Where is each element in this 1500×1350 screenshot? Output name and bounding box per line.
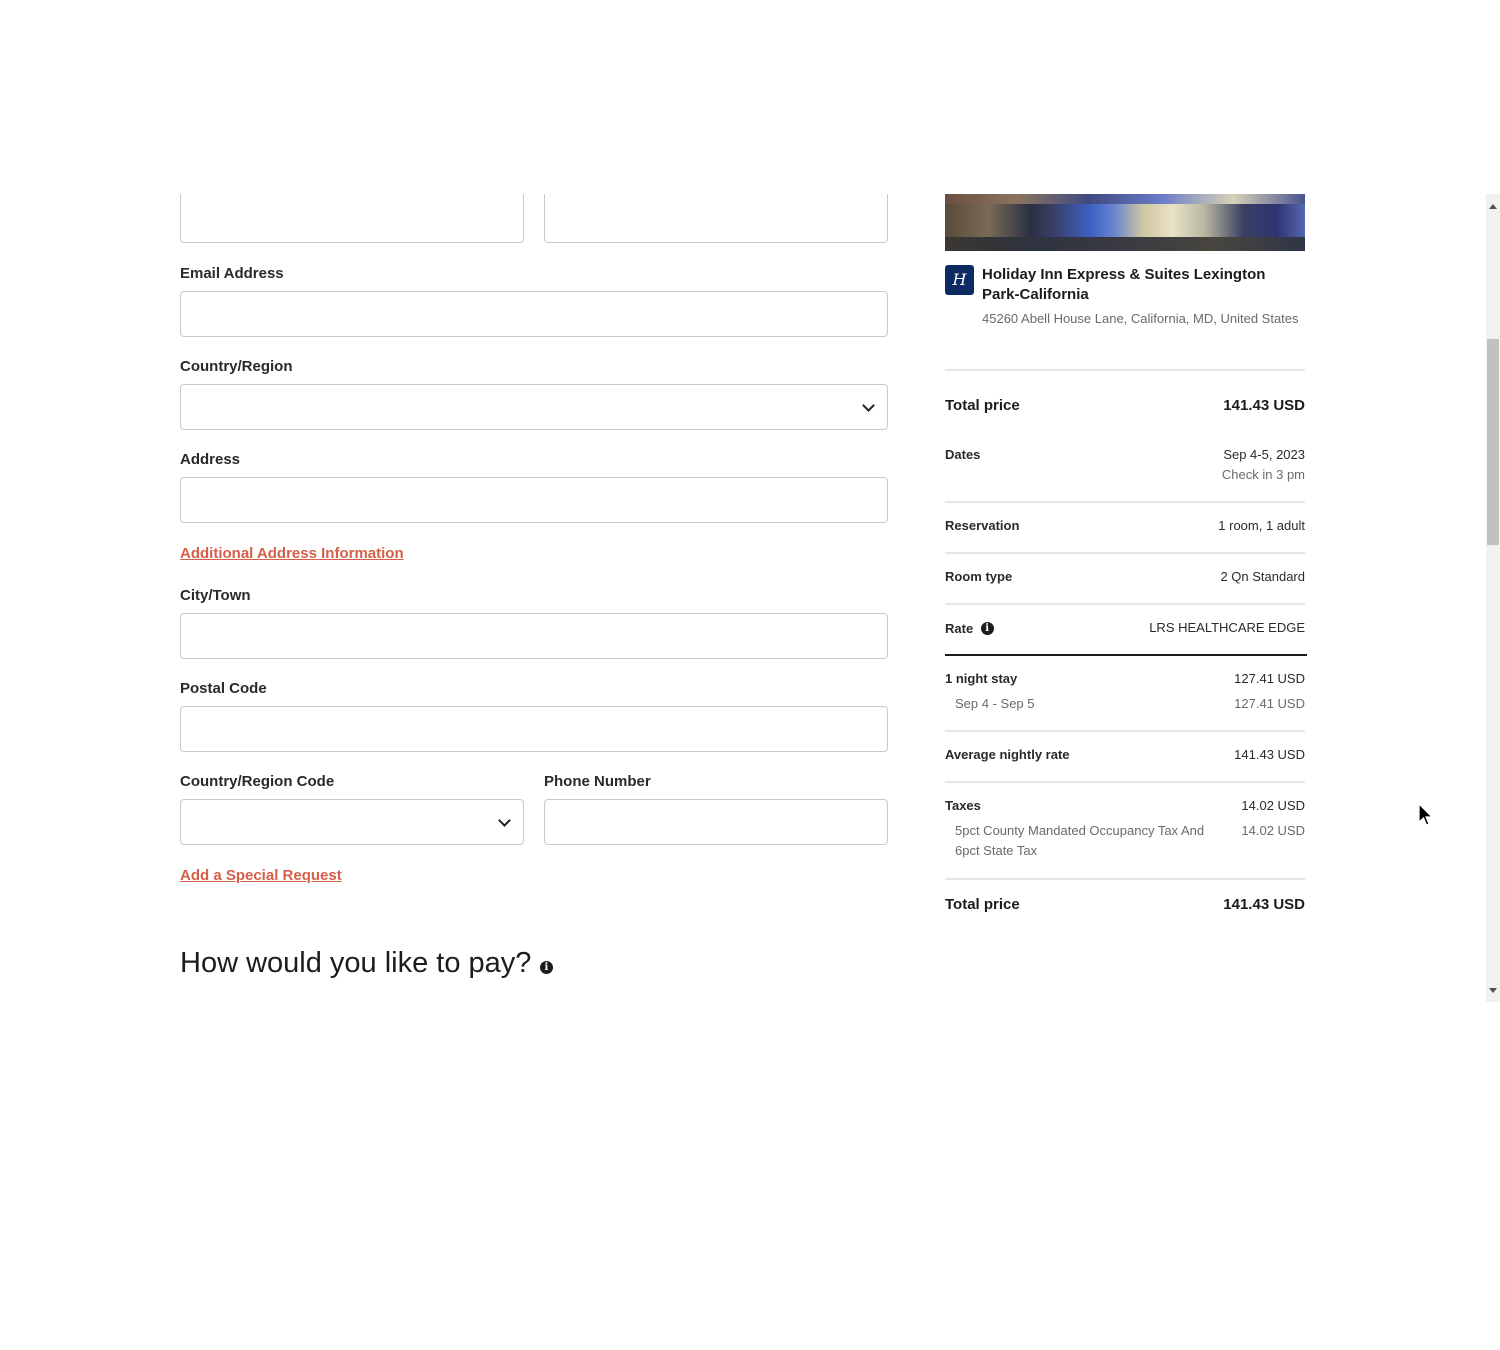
scroll-up-arrow-icon[interactable] [1489, 204, 1497, 209]
country-code-select[interactable] [180, 799, 524, 845]
first-name-field[interactable] [180, 194, 524, 243]
chevron-down-icon [862, 399, 875, 412]
divider [945, 369, 1305, 371]
mouse-cursor-icon [1418, 803, 1434, 826]
avg-rate-value: 141.43 USD [1234, 747, 1305, 762]
country-region-select[interactable] [180, 384, 888, 430]
divider [945, 730, 1305, 732]
divider [945, 878, 1305, 880]
info-icon[interactable]: i [539, 961, 553, 975]
divider [945, 654, 1307, 656]
dates-label: Dates [945, 447, 981, 462]
night-range-value: 127.41 USD [1234, 696, 1305, 711]
rate-value: LRS HEALTHCARE EDGE [1149, 620, 1305, 635]
night-stay-value: 127.41 USD [1234, 671, 1305, 686]
postal-code-field[interactable] [180, 706, 888, 752]
total-price-value: 141.43 USD [1223, 397, 1305, 414]
address-field[interactable] [180, 477, 888, 523]
payment-heading-text: How would you like to pay? [180, 947, 532, 979]
avg-rate-label: Average nightly rate [945, 747, 1070, 762]
taxes-value: 14.02 USD [1241, 798, 1305, 813]
grand-total-label: Total price [945, 896, 1020, 913]
reservation-label: Reservation [945, 518, 1020, 533]
country-code-label: Country/Region Code [180, 773, 335, 790]
taxes-label: Taxes [945, 798, 981, 813]
city-label: City/Town [180, 587, 251, 604]
night-range-label: Sep 4 - Sep 5 [955, 696, 1035, 711]
divider [945, 603, 1305, 605]
city-field[interactable] [180, 613, 888, 659]
hotel-name: Holiday Inn Express & Suites Lexington P… [982, 266, 1266, 303]
info-icon[interactable]: i [980, 622, 994, 636]
additional-address-link[interactable]: Additional Address Information [180, 545, 404, 562]
total-price-label: Total price [945, 397, 1020, 414]
phone-number-field[interactable] [544, 799, 888, 845]
checkin-value: Check in 3 pm [1221, 467, 1305, 482]
scrollbar[interactable] [1486, 194, 1500, 1002]
room-type-label: Room type [945, 569, 1013, 584]
tax-detail-value: 14.02 USD [1241, 823, 1305, 838]
email-field[interactable] [180, 291, 888, 337]
postal-code-label: Postal Code [180, 680, 267, 697]
hotel-brand-logo: H [945, 265, 974, 295]
rate-label: Rate [945, 621, 974, 636]
reservation-value: 1 room, 1 adult [1218, 518, 1305, 533]
grand-total-value: 141.43 USD [1223, 896, 1305, 913]
payment-heading: How would you like to pay? i [180, 947, 553, 980]
dates-value: Sep 4-5, 2023 [1223, 447, 1305, 462]
hotel-address: 45260 Abell House Lane, California, MD, … [982, 311, 1299, 326]
country-region-label: Country/Region [180, 358, 293, 375]
email-label: Email Address [180, 265, 284, 282]
divider [945, 781, 1305, 783]
hotel-photo-roof [945, 194, 1305, 204]
chevron-down-icon [498, 814, 511, 827]
hotel-photo [945, 194, 1305, 251]
address-label: Address [180, 451, 241, 468]
phone-number-label: Phone Number [544, 773, 651, 790]
room-type-value: 2 Qn Standard [1220, 569, 1305, 584]
last-name-field[interactable] [544, 194, 888, 243]
scrollbar-thumb[interactable] [1487, 339, 1499, 545]
divider [945, 501, 1305, 503]
hotel-photo-ground [945, 237, 1305, 251]
rate-label-group: Rate i [945, 620, 994, 638]
scroll-down-arrow-icon[interactable] [1489, 988, 1497, 993]
night-stay-label: 1 night stay [945, 671, 1018, 686]
booking-viewport: Email Address Country/Region Address Add… [0, 194, 1500, 1002]
special-request-link[interactable]: Add a Special Request [180, 867, 342, 884]
divider [945, 552, 1305, 554]
